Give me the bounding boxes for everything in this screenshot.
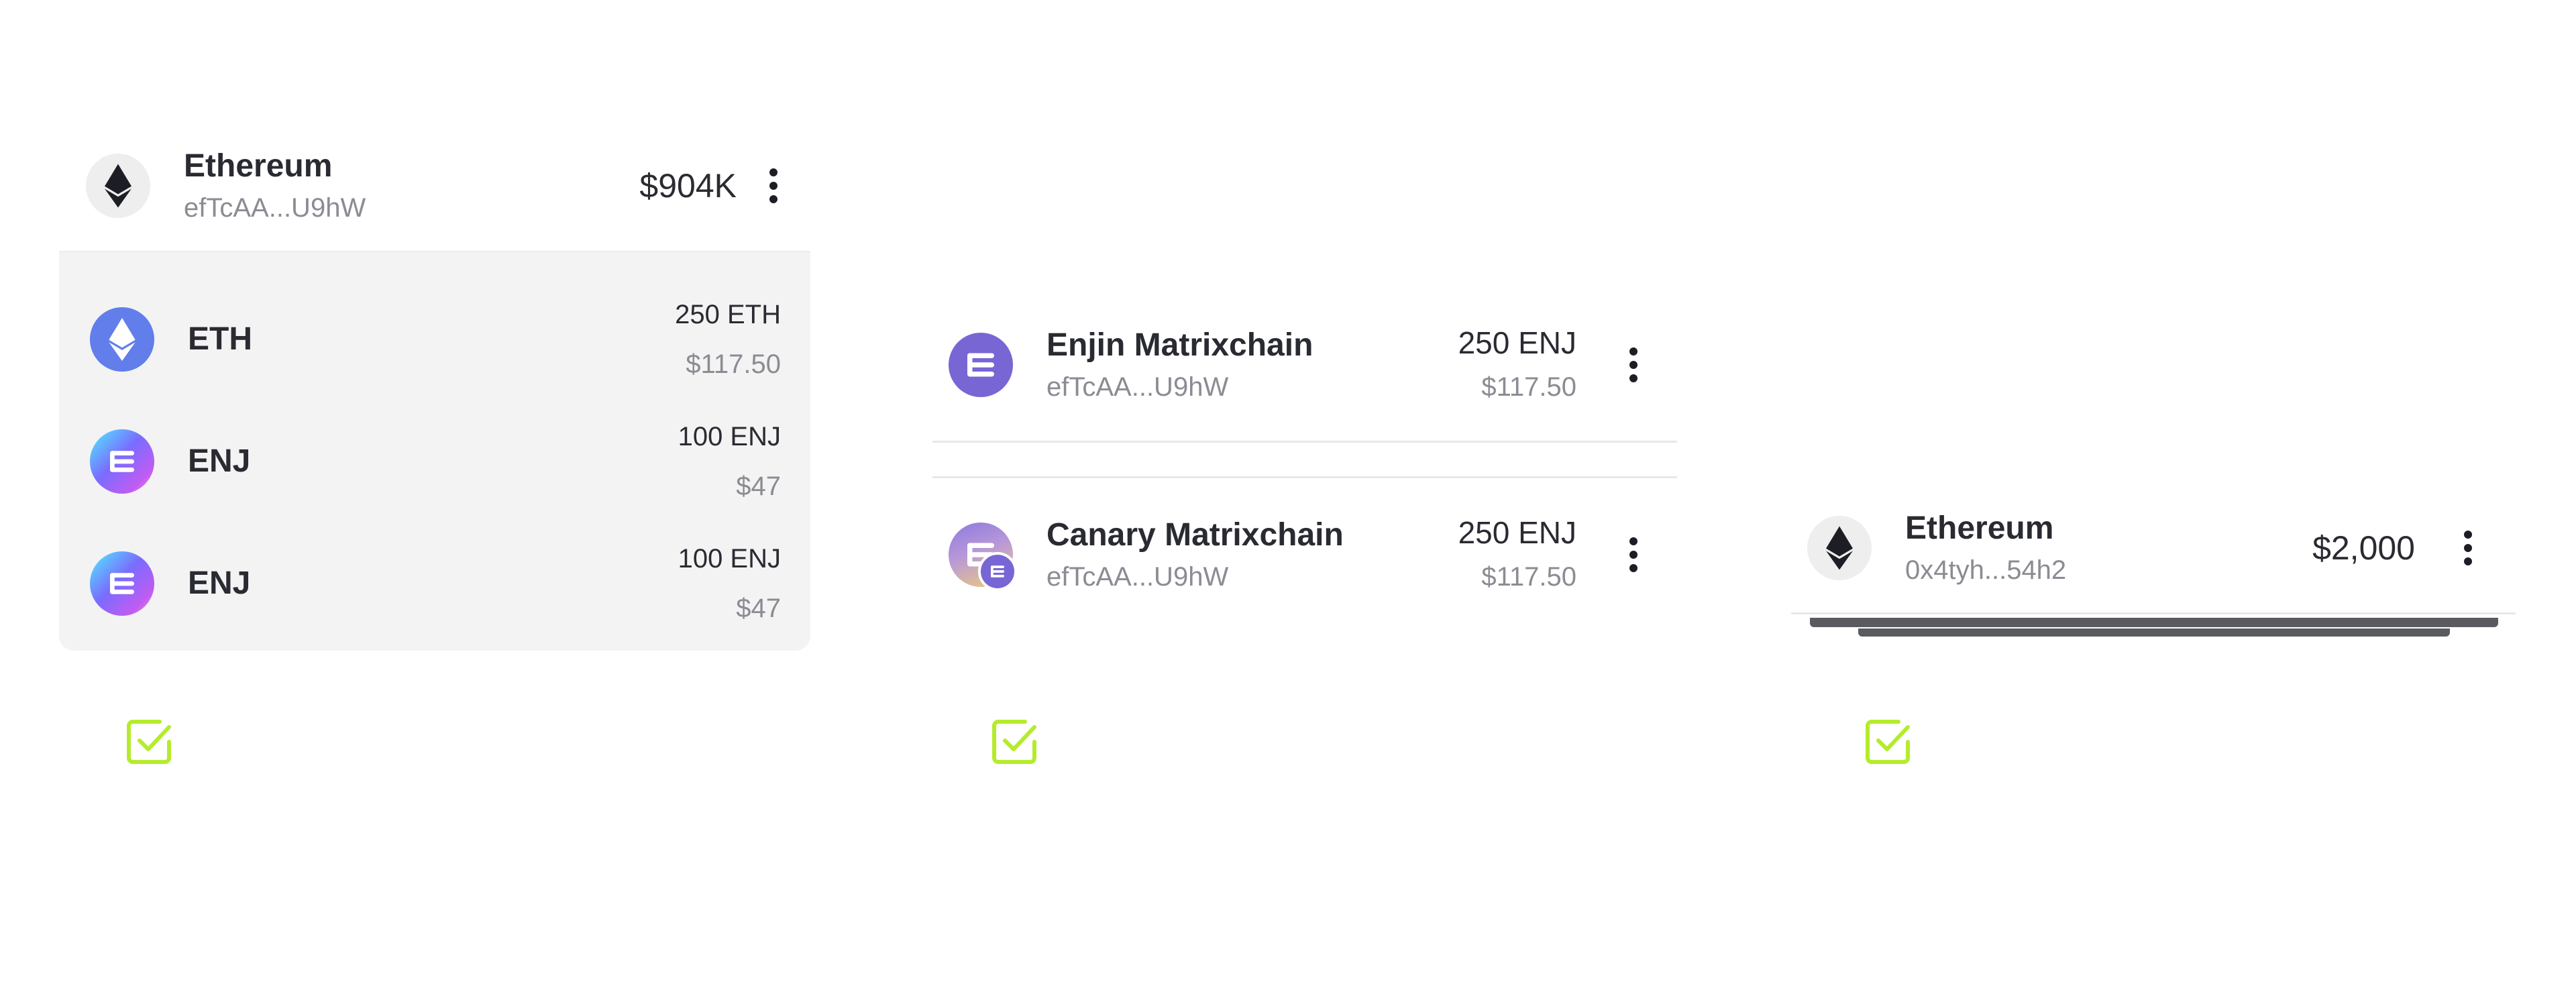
asset-symbol: ETH	[188, 321, 252, 357]
list-item[interactable]: ENJ 100 ENJ $47	[59, 401, 810, 522]
canary-matrixchain-icon	[949, 522, 1017, 591]
asset-amount: 100 ENJ	[678, 422, 781, 451]
asset-symbol: ENJ	[188, 443, 251, 479]
asset-amount: 100 ENJ	[678, 544, 781, 573]
wallet-address: efTcAA...U9hW	[184, 193, 366, 223]
network-card-enjin-matrixchain[interactable]: Enjin Matrixchain efTcAA...U9hW 250 ENJ …	[932, 288, 1677, 443]
network-name: Ethereum	[184, 148, 333, 184]
network-fiat-value: $117.50	[1481, 561, 1576, 592]
more-options-icon[interactable]	[763, 168, 784, 203]
matrixchain-panel: Enjin Matrixchain efTcAA...U9hW 250 ENJ …	[932, 288, 1677, 637]
asset-symbol: ENJ	[188, 565, 251, 601]
network-header[interactable]: Ethereum efTcAA...U9hW $904K	[59, 121, 810, 252]
checkbox-checked-icon[interactable]	[1865, 718, 1912, 765]
enj-badge-icon	[978, 551, 1017, 591]
stacked-card-edge	[1858, 628, 2450, 637]
asset-fiat-value: $47	[736, 594, 781, 623]
enj-icon	[90, 551, 154, 616]
wallet-address: efTcAA...U9hW	[1046, 372, 1229, 402]
more-options-icon[interactable]	[1623, 347, 1644, 382]
wallet-address: 0x4tyh...54h2	[1905, 555, 2067, 585]
network-amount: 250 ENJ	[1458, 514, 1576, 550]
network-panel-ethereum: Ethereum efTcAA...U9hW $904K ETH 250 ETH…	[59, 121, 810, 651]
network-name: Canary Matrixchain	[1046, 516, 1344, 553]
checkbox-checked-icon[interactable]	[991, 718, 1038, 765]
network-fiat-value: $117.50	[1481, 372, 1576, 402]
network-name: Ethereum	[1905, 510, 2054, 546]
checkbox-checked-icon[interactable]	[126, 718, 173, 765]
list-item[interactable]: ENJ 100 ENJ $47	[59, 523, 810, 644]
network-name: Enjin Matrixchain	[1046, 327, 1313, 363]
network-total-value: $2,000	[2312, 529, 2415, 567]
asset-fiat-value: $117.50	[686, 349, 781, 379]
enj-icon	[90, 429, 154, 494]
list-item[interactable]: ETH 250 ETH $117.50	[59, 279, 810, 400]
network-header[interactable]: Ethereum 0x4tyh...54h2 $2,000	[1791, 483, 2516, 614]
asset-fiat-value: $47	[736, 472, 781, 501]
network-panel-ethereum-collapsed: Ethereum 0x4tyh...54h2 $2,000	[1791, 483, 2516, 657]
stacked-card-edge	[1810, 618, 2498, 627]
more-options-icon[interactable]	[1623, 537, 1644, 572]
network-amount: 250 ENJ	[1458, 325, 1576, 360]
asset-amount: 250 ETH	[675, 300, 781, 329]
eth-icon	[90, 307, 154, 372]
wallet-address: efTcAA...U9hW	[1046, 561, 1229, 592]
network-card-canary-matrixchain[interactable]: Canary Matrixchain efTcAA...U9hW 250 ENJ…	[932, 476, 1677, 631]
enjin-matrixchain-icon	[949, 332, 1013, 397]
ethereum-icon	[1807, 515, 1872, 580]
network-total-value: $904K	[639, 167, 737, 205]
asset-list: ETH 250 ETH $117.50 ENJ 100 ENJ $47 ENJ	[59, 252, 810, 651]
ethereum-icon	[86, 154, 150, 218]
more-options-icon[interactable]	[2458, 530, 2478, 565]
